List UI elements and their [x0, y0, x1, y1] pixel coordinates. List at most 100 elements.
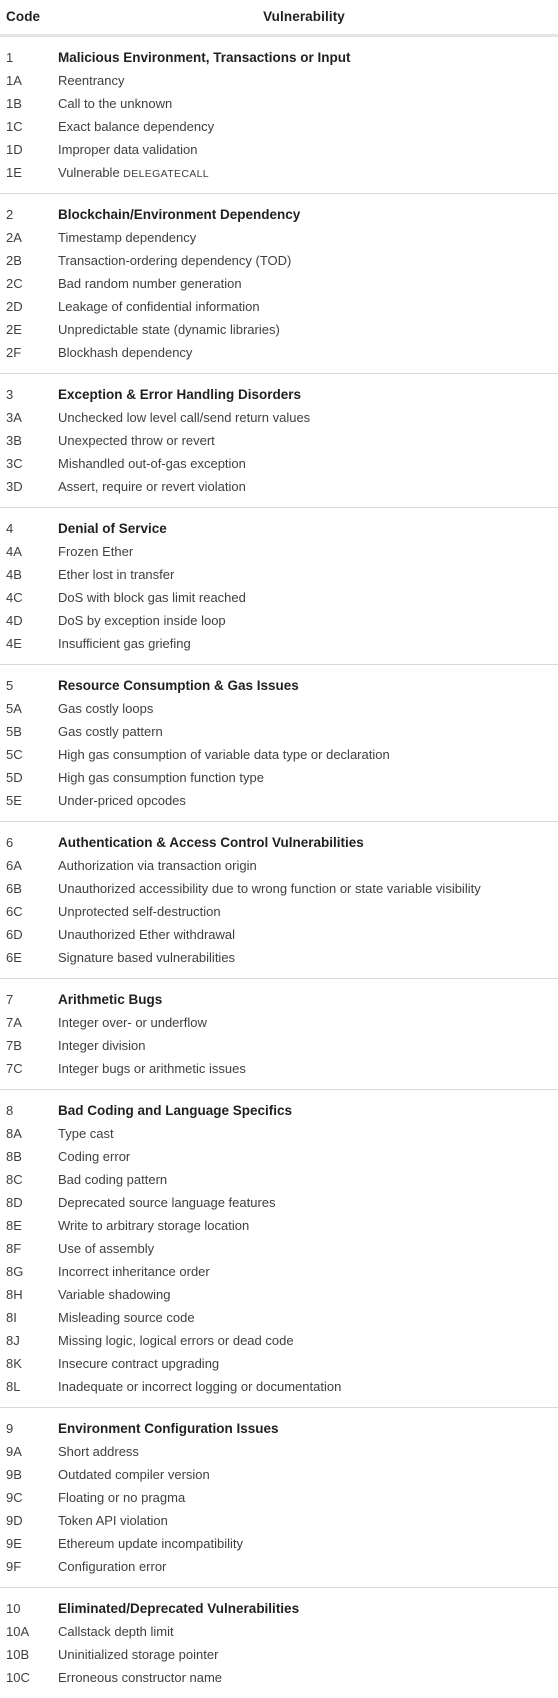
- row-label: Erroneous constructor name: [58, 1666, 222, 1689]
- row-label: Coding error: [58, 1145, 130, 1168]
- group-code: 4: [6, 521, 14, 536]
- row-label: Unauthorized Ether withdrawal: [58, 923, 235, 946]
- row-code: 10C: [6, 1670, 30, 1685]
- row-label: Use of assembly: [58, 1237, 154, 1260]
- row-label: Call to the unknown: [58, 92, 172, 115]
- row-label: Blockhash dependency: [58, 341, 192, 364]
- table-row: 5D High gas consumption function type: [0, 766, 558, 789]
- group-heading-row: 3 Exception & Error Handling Disorders: [0, 383, 558, 406]
- table-row: 9F Configuration error: [0, 1555, 558, 1578]
- table-row: 4A Frozen Ether: [0, 540, 558, 563]
- table-row: 5C High gas consumption of variable data …: [0, 743, 558, 766]
- row-code: 8D: [6, 1195, 23, 1210]
- row-code: 4E: [6, 636, 22, 651]
- row-label-text: Outdated compiler version: [58, 1467, 210, 1482]
- vulnerability-group: 4 Denial of Service 4A Frozen Ether 4B Ether …: [0, 508, 558, 664]
- row-code: 8K: [6, 1356, 22, 1371]
- table-row: 8E Write to arbitrary storage location: [0, 1214, 558, 1237]
- vulnerability-group: 3 Exception & Error Handling Disorders 3A U…: [0, 374, 558, 507]
- row-label: Reentrancy: [58, 69, 124, 92]
- row-code: 8F: [6, 1241, 22, 1256]
- row-label: Improper data validation: [58, 138, 197, 161]
- row-code: 5D: [6, 770, 23, 785]
- row-label: Ethereum update incompatibility: [58, 1532, 243, 1555]
- row-code: 9B: [6, 1467, 22, 1482]
- row-code: 3D: [6, 479, 23, 494]
- table-row: 2E Unpredictable state (dynamic libraries…: [0, 318, 558, 341]
- table-row: 3D Assert, require or revert violation: [0, 475, 558, 498]
- row-label-text: Vulnerable: [58, 165, 124, 180]
- row-label: Assert, require or revert violation: [58, 475, 246, 498]
- table-row: 8F Use of assembly: [0, 1237, 558, 1260]
- row-label: Signature based vulnerabilities: [58, 946, 235, 969]
- table-row: 2D Leakage of confidential information: [0, 295, 558, 318]
- table-body: 1 Malicious Environment, Transactions or …: [0, 37, 558, 1698]
- row-label: Unauthorized accessibility due to wrong …: [58, 877, 481, 900]
- table-row: 1B Call to the unknown: [0, 92, 558, 115]
- group-heading-row: 9 Environment Configuration Issues: [0, 1417, 558, 1440]
- table-header-row: Code Vulnerability: [0, 0, 558, 34]
- row-label-text: Assert, require or revert violation: [58, 479, 246, 494]
- group-title: Eliminated/Deprecated Vulnerabilities: [58, 1601, 300, 1616]
- row-label: Unexpected throw or revert: [58, 429, 215, 452]
- row-code: 8E: [6, 1218, 22, 1233]
- row-label-text: Under-priced opcodes: [58, 793, 186, 808]
- row-code: 3A: [6, 410, 22, 425]
- table-row: 8I Misleading source code: [0, 1306, 558, 1329]
- row-label-text: Floating or no pragma: [58, 1490, 186, 1505]
- table-row: 6A Authorization via transaction origin: [0, 854, 558, 877]
- table-row: 8L Inadequate or incorrect logging or doc…: [0, 1375, 558, 1398]
- table-row: 6B Unauthorized accessibility due to wron…: [0, 877, 558, 900]
- row-label-text: Callstack depth limit: [58, 1624, 174, 1639]
- row-label-text: Configuration error: [58, 1559, 167, 1574]
- row-code: 1A: [6, 73, 22, 88]
- group-code: 7: [6, 992, 14, 1007]
- row-label-text: Gas costly loops: [58, 701, 154, 716]
- vulnerability-group: 9 Environment Configuration Issues 9A Short…: [0, 1408, 558, 1587]
- row-label: Callstack depth limit: [58, 1620, 174, 1643]
- row-label-text: Type cast: [58, 1126, 114, 1141]
- row-label: Incorrect inheritance order: [58, 1260, 210, 1283]
- row-code: 4A: [6, 544, 22, 559]
- row-code: 1B: [6, 96, 22, 111]
- row-label-text: Gas costly pattern: [58, 724, 163, 739]
- row-label-text: Transaction-ordering dependency (TOD): [58, 253, 292, 268]
- row-code: 1E: [6, 165, 22, 180]
- row-label: Transaction-ordering dependency (TOD): [58, 249, 291, 272]
- row-label: Gas costly pattern: [58, 720, 163, 743]
- row-label-text: Unauthorized Ether withdrawal: [58, 927, 236, 942]
- row-label-text: Bad coding pattern: [58, 1172, 168, 1187]
- row-label: Integer division: [58, 1034, 145, 1057]
- group-title: Arithmetic Bugs: [58, 992, 163, 1007]
- row-code: 2A: [6, 230, 22, 245]
- table-row: 4C DoS with block gas limit reached: [0, 586, 558, 609]
- group-code: 9: [6, 1421, 14, 1436]
- row-code: 8C: [6, 1172, 23, 1187]
- row-label-text: Integer bugs or arithmetic issues: [58, 1061, 246, 1076]
- row-label: Floating or no pragma: [58, 1486, 185, 1509]
- row-label-text: Unprotected self-destruction: [58, 904, 221, 919]
- table-row: 7C Integer bugs or arithmetic issues: [0, 1057, 558, 1080]
- table-row: 10B Uninitialized storage pointer: [0, 1643, 558, 1666]
- table-row: 5A Gas costly loops: [0, 697, 558, 720]
- row-code: 10A: [6, 1624, 30, 1639]
- column-header-vulnerability: Vulnerability: [263, 9, 345, 24]
- row-label: Authorization via transaction origin: [58, 854, 257, 877]
- row-label-text: Reentrancy: [58, 73, 125, 88]
- row-code: 9A: [6, 1444, 22, 1459]
- row-label: High gas consumption function type: [58, 766, 264, 789]
- row-label-text: Unpredictable state (dynamic libraries): [58, 322, 280, 337]
- row-code: 4D: [6, 613, 23, 628]
- table-row: 4B Ether lost in transfer: [0, 563, 558, 586]
- row-label: Unpredictable state (dynamic libraries): [58, 318, 280, 341]
- column-header-code: Code: [6, 9, 41, 24]
- row-label-text: Missing logic, logical errors or dead co…: [58, 1333, 294, 1348]
- row-code: 6B: [6, 881, 22, 896]
- row-label: Deprecated source language features: [58, 1191, 276, 1214]
- row-code: 6A: [6, 858, 22, 873]
- group-code: 6: [6, 835, 14, 850]
- row-label-text: High gas consumption function type: [58, 770, 264, 785]
- row-code: 10B: [6, 1647, 30, 1662]
- row-code: 8J: [6, 1333, 20, 1348]
- row-label-text: Write to arbitrary storage location: [58, 1218, 250, 1233]
